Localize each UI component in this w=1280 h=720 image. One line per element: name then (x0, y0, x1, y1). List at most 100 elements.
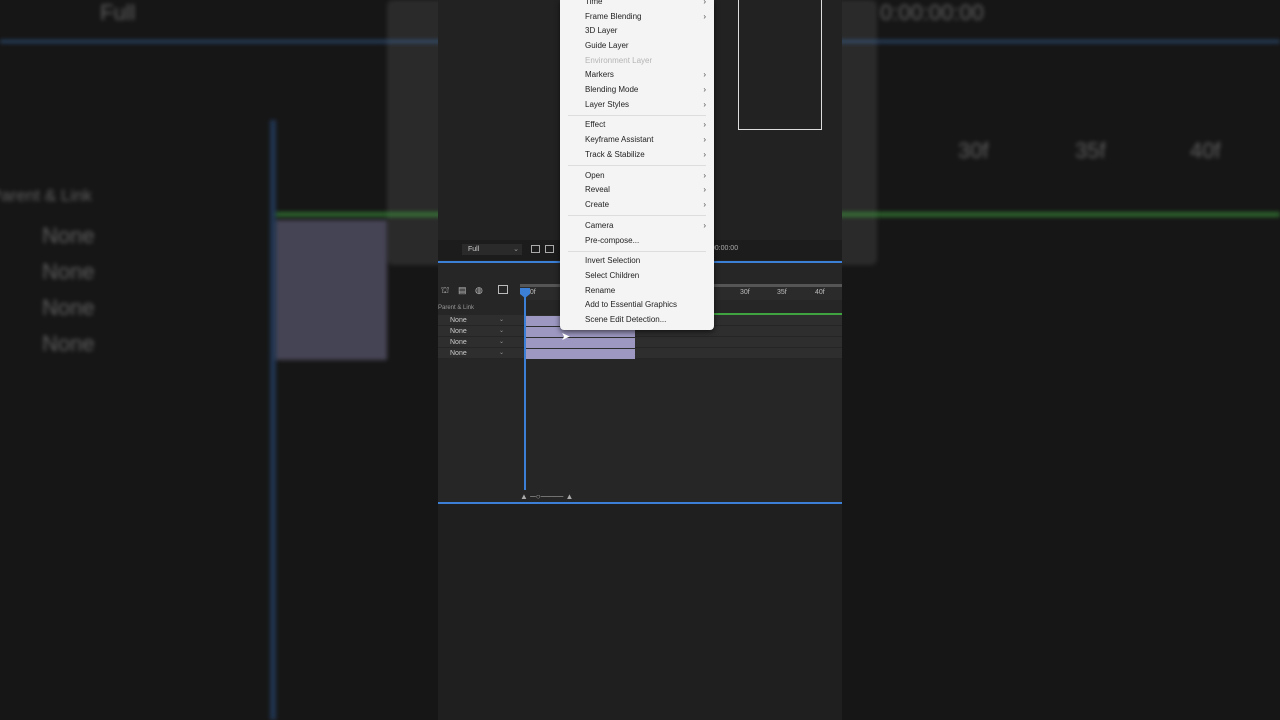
chevron-right-icon: › (703, 185, 706, 194)
menu-item-label: Pre-compose... (585, 236, 640, 245)
menu-item-label: Markers (585, 70, 614, 79)
menu-item-effect[interactable]: Effect › (585, 118, 706, 132)
blurred-bars (275, 220, 387, 360)
region-of-interest-icon[interactable] (531, 245, 540, 253)
chevron-right-icon: › (703, 200, 706, 209)
graph-editor-icon[interactable] (498, 285, 508, 294)
lower-panel (438, 504, 842, 720)
menu-item-create[interactable]: Create › (585, 198, 706, 212)
composition-frame (738, 0, 822, 130)
menu-item-label: Add to Essential Graphics (585, 300, 678, 309)
menu-item-reveal[interactable]: Reveal › (585, 183, 706, 197)
blurred-timecode: 0:00:00:00 (880, 0, 984, 25)
menu-item-add-to-essential-graphics[interactable]: Add to Essential Graphics (585, 298, 706, 312)
draft-3d-icon[interactable]: ⛫ (441, 285, 449, 297)
menu-separator (568, 215, 706, 216)
chevron-right-icon: › (703, 70, 706, 79)
menu-item-layer-styles[interactable]: Layer Styles › (585, 98, 706, 112)
menu-item-rename[interactable]: Rename (585, 284, 706, 298)
menu-item-environment-layer: Environment Layer (585, 54, 706, 68)
comp-flowchart-icon[interactable]: ▤ (458, 285, 467, 296)
menu-item-label: Layer Styles (585, 100, 630, 109)
menu-item-3d-layer[interactable]: 3D Layer (585, 24, 706, 38)
playhead[interactable] (524, 290, 526, 490)
menu-item-label: Effect (585, 120, 606, 129)
menu-separator (568, 115, 706, 116)
menu-item-label: Select Children (585, 271, 640, 280)
menu-item-markers[interactable]: Markers › (585, 68, 706, 82)
chevron-right-icon: › (703, 150, 706, 159)
menu-item-track-stabilize[interactable]: Track & Stabilize › (585, 148, 706, 162)
menu-item-label: Time (585, 0, 603, 6)
menu-item-open[interactable]: Open › (585, 169, 706, 183)
menu-item-time[interactable]: Time › (585, 0, 706, 9)
blurred-parent: None (42, 223, 95, 248)
parent-value: None (450, 328, 467, 335)
menu-item-blending-mode[interactable]: Blending Mode › (585, 83, 706, 97)
menu-item-label: Frame Blending (585, 12, 642, 21)
layer-bar[interactable] (525, 338, 635, 348)
ruler-tick: 40f (815, 289, 825, 296)
chevron-right-icon: › (703, 12, 706, 21)
menu-item-label: Guide Layer (585, 41, 629, 50)
blurred-background-left (0, 0, 438, 720)
menu-item-label: Rename (585, 286, 616, 295)
menu-item-frame-blending[interactable]: Frame Blending › (585, 10, 706, 24)
blurred-background-right (842, 0, 1280, 720)
menu-item-guide-layer[interactable]: Guide Layer (585, 39, 706, 53)
layer-context-menu: Time › Frame Blending › 3D Layer Guide Layer E… (560, 0, 714, 330)
blurred-column-header: Parent & Link (0, 186, 93, 205)
parent-dropdown[interactable]: None ⌄ (450, 315, 506, 326)
menu-separator (568, 251, 706, 252)
blurred-tick: 40f (1190, 138, 1221, 163)
chevron-down-icon: ⌄ (498, 317, 504, 323)
menu-item-label: Create (585, 200, 610, 209)
blurred-parent: None (42, 295, 95, 320)
parent-dropdown[interactable]: None ⌄ (450, 348, 506, 359)
chevron-down-icon: ⌄ (513, 246, 519, 253)
layer-bar[interactable] (525, 349, 635, 359)
menu-item-label: Scene Edit Detection... (585, 315, 667, 324)
motion-blur-icon[interactable]: ◍ (475, 285, 483, 296)
menu-item-keyframe-assistant[interactable]: Keyframe Assistant › (585, 133, 706, 147)
chevron-right-icon: › (703, 100, 706, 109)
mouse-cursor: ➤ (561, 331, 571, 343)
menu-item-label: Camera (585, 221, 614, 230)
blurred-tick: 35f (1075, 138, 1106, 163)
menu-item-label: Invert Selection (585, 256, 641, 265)
chevron-right-icon: › (703, 135, 706, 144)
blurred-resolution: Full (100, 0, 136, 25)
transparency-grid-icon[interactable] (545, 245, 554, 253)
blurred-parent: None (42, 331, 95, 356)
menu-item-scene-edit-detection[interactable]: Scene Edit Detection... (585, 313, 706, 327)
menu-item-label: 3D Layer (585, 26, 618, 35)
parent-dropdown[interactable]: None ⌄ (450, 337, 506, 348)
blurred-playhead (270, 120, 276, 720)
menu-item-label: Reveal (585, 185, 610, 194)
chevron-right-icon: › (703, 171, 706, 180)
menu-item-label: Blending Mode (585, 85, 639, 94)
chevron-right-icon: › (703, 120, 706, 129)
column-header-parent-link: Parent & Link (438, 305, 475, 311)
resolution-dropdown[interactable]: Full ⌄ (462, 244, 522, 255)
menu-separator (568, 165, 706, 166)
chevron-down-icon: ⌄ (498, 339, 504, 345)
menu-item-camera[interactable]: Camera › (585, 219, 706, 233)
chevron-down-icon: ⌄ (498, 328, 504, 334)
menu-item-label: Environment Layer (585, 56, 653, 65)
zoom-slider[interactable]: ▲ ─○──── ▲ (520, 492, 590, 502)
parent-dropdown[interactable]: None ⌄ (450, 326, 506, 337)
ruler-tick: 30f (740, 289, 750, 296)
chevron-right-icon: › (703, 0, 706, 6)
menu-item-label: Track & Stabilize (585, 150, 645, 159)
parent-value: None (450, 317, 467, 324)
menu-item-pre-compose[interactable]: Pre-compose... (585, 234, 706, 248)
menu-item-label: Keyframe Assistant (585, 135, 654, 144)
parent-value: None (450, 350, 467, 357)
menu-item-label: Open (585, 171, 605, 180)
ruler-tick: 35f (777, 289, 787, 296)
menu-item-invert-selection[interactable]: Invert Selection (585, 254, 706, 268)
chevron-right-icon: › (703, 221, 706, 230)
menu-item-select-children[interactable]: Select Children (585, 269, 706, 283)
chevron-right-icon: › (703, 85, 706, 94)
